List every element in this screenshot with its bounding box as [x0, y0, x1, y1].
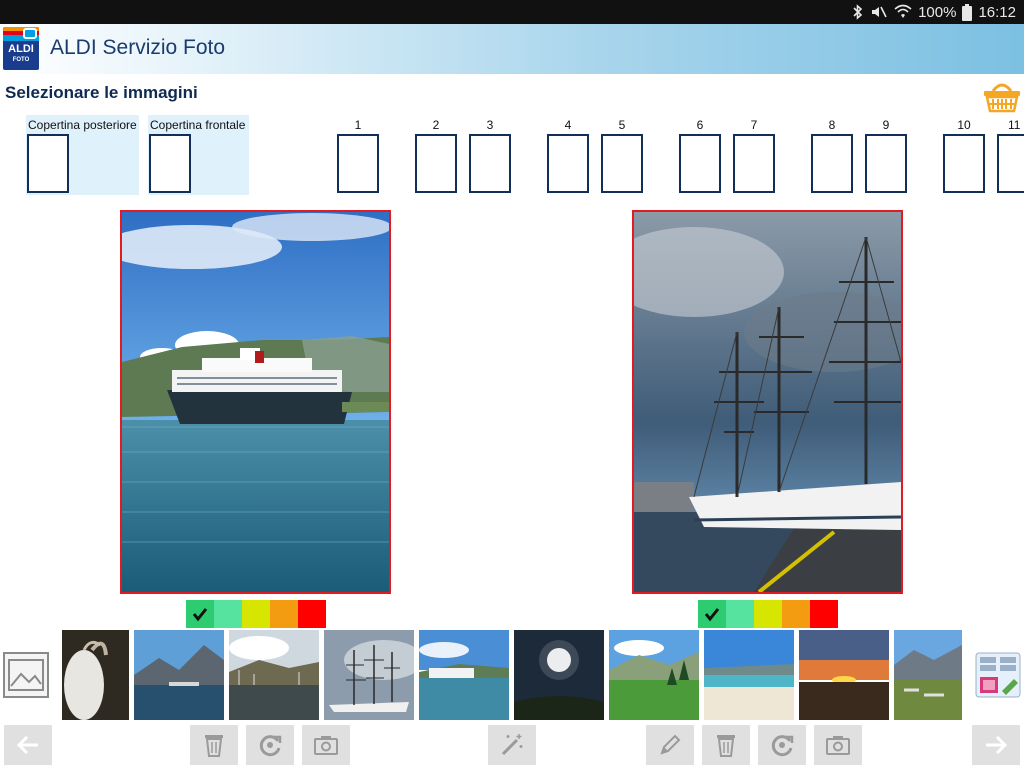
- page-slot-10[interactable]: [943, 134, 985, 193]
- page-slot-11[interactable]: [997, 134, 1024, 193]
- status-bar: 100% 16:12: [0, 0, 1024, 24]
- quality-segment: [214, 600, 242, 628]
- page-title: Selezionare le immagini: [5, 83, 198, 102]
- thumbnail-goat[interactable]: [62, 630, 129, 720]
- status-icons: 100% 16:12: [852, 2, 1016, 22]
- quality-segment: [754, 600, 782, 628]
- trash-icon: [205, 735, 223, 757]
- page-slot-7[interactable]: [733, 134, 775, 193]
- page-slot-2[interactable]: [415, 134, 457, 193]
- thumbnail-alpine-meadow[interactable]: [609, 630, 699, 720]
- quality-segment: [270, 600, 298, 628]
- quality-segment: [810, 600, 838, 628]
- trash-icon: [717, 735, 735, 757]
- page-number-8: 8: [828, 118, 836, 132]
- camera-logo-icon: [23, 28, 37, 39]
- checkmark-icon: [192, 608, 208, 622]
- thumbnail-sunset[interactable]: [799, 630, 889, 720]
- page-slot-5[interactable]: [601, 134, 643, 193]
- right-quality-indicator: [698, 600, 838, 628]
- page-layout-button[interactable]: [974, 651, 1022, 699]
- aldi-logo: ALDI FOTO: [3, 27, 39, 70]
- gallery-button[interactable]: [3, 652, 49, 698]
- front-cover-slot[interactable]: [149, 134, 191, 193]
- quality-segment: [242, 600, 270, 628]
- page-slot-9[interactable]: [865, 134, 907, 193]
- thumbnail-beach[interactable]: [704, 630, 794, 720]
- thumbnail-harbor-mountains[interactable]: [134, 630, 224, 720]
- quality-segment: [698, 600, 726, 628]
- tall-ship-photo: [634, 212, 901, 592]
- auto-enhance-button[interactable]: [488, 725, 536, 765]
- thumbnail-cruise-ship[interactable]: [419, 630, 509, 720]
- thumbnail-tall-ship[interactable]: [324, 630, 414, 720]
- cart-button[interactable]: [981, 77, 1023, 115]
- left-delete-button[interactable]: [190, 725, 238, 765]
- battery-icon: [962, 3, 973, 21]
- forward-arrow-icon: [986, 735, 1008, 755]
- right-page-photo[interactable]: [632, 210, 903, 594]
- page-slot-1[interactable]: [337, 134, 379, 193]
- front-cover-label: Copertina frontale: [150, 118, 246, 132]
- right-delete-button[interactable]: [702, 725, 750, 765]
- app-root: 100% 16:12 ALDI FOTO ALDI Servizio Foto …: [0, 0, 1024, 768]
- clock: 16:12: [978, 3, 1016, 21]
- left-camera-button[interactable]: [302, 725, 350, 765]
- back-arrow-icon: [16, 735, 38, 755]
- basket-icon: [984, 83, 1020, 113]
- page-number-2: 2: [432, 118, 440, 132]
- rotate-icon: [771, 735, 794, 757]
- camera-icon: [826, 736, 850, 755]
- page-slot-3[interactable]: [469, 134, 511, 193]
- mute-icon: [870, 4, 888, 20]
- cruise-ship-photo: [122, 212, 389, 592]
- page-number-9: 9: [882, 118, 890, 132]
- left-quality-indicator: [186, 600, 326, 628]
- left-page-photo[interactable]: [120, 210, 391, 594]
- page-number-3: 3: [486, 118, 494, 132]
- page-number-4: 4: [564, 118, 572, 132]
- bluetooth-icon: [852, 4, 864, 20]
- edit-button[interactable]: [646, 725, 694, 765]
- thumbnail-mountain-town[interactable]: [894, 630, 962, 720]
- left-rotate-button[interactable]: [246, 725, 294, 765]
- page-slot-8[interactable]: [811, 134, 853, 193]
- right-camera-button[interactable]: [814, 725, 862, 765]
- app-header: ALDI FOTO ALDI Servizio Foto: [0, 24, 1024, 74]
- magic-wand-icon: [501, 734, 523, 756]
- battery-percent: 100%: [918, 3, 957, 21]
- logo-subtext: FOTO: [12, 57, 30, 63]
- page-number-1: 1: [354, 118, 362, 132]
- quality-segment: [782, 600, 810, 628]
- quality-segment: [726, 600, 754, 628]
- layout-icon: [975, 652, 1021, 698]
- wifi-icon: [894, 4, 912, 20]
- logo-text: ALDI: [8, 43, 34, 55]
- thumbnail-marina-town[interactable]: [229, 630, 319, 720]
- page-number-11: 11: [1008, 118, 1021, 132]
- camera-icon: [314, 736, 338, 755]
- page-number-6: 6: [696, 118, 704, 132]
- pencil-icon: [660, 734, 681, 755]
- forward-button[interactable]: [972, 725, 1020, 765]
- thumbnail-sun-sky[interactable]: [514, 630, 604, 720]
- right-rotate-button[interactable]: [758, 725, 806, 765]
- page-number-10: 10: [957, 118, 971, 132]
- page-number-7: 7: [750, 118, 758, 132]
- back-button[interactable]: [4, 725, 52, 765]
- page-slot-4[interactable]: [547, 134, 589, 193]
- back-cover-label: Copertina posteriore: [28, 118, 137, 132]
- app-title: ALDI Servizio Foto: [50, 36, 226, 59]
- rotate-icon: [259, 735, 282, 757]
- page-number-5: 5: [618, 118, 626, 132]
- back-cover-slot[interactable]: [27, 134, 69, 193]
- quality-segment: [298, 600, 326, 628]
- checkmark-icon: [704, 608, 720, 622]
- page-slot-6[interactable]: [679, 134, 721, 193]
- quality-segment: [186, 600, 214, 628]
- image-gallery-icon: [8, 659, 44, 691]
